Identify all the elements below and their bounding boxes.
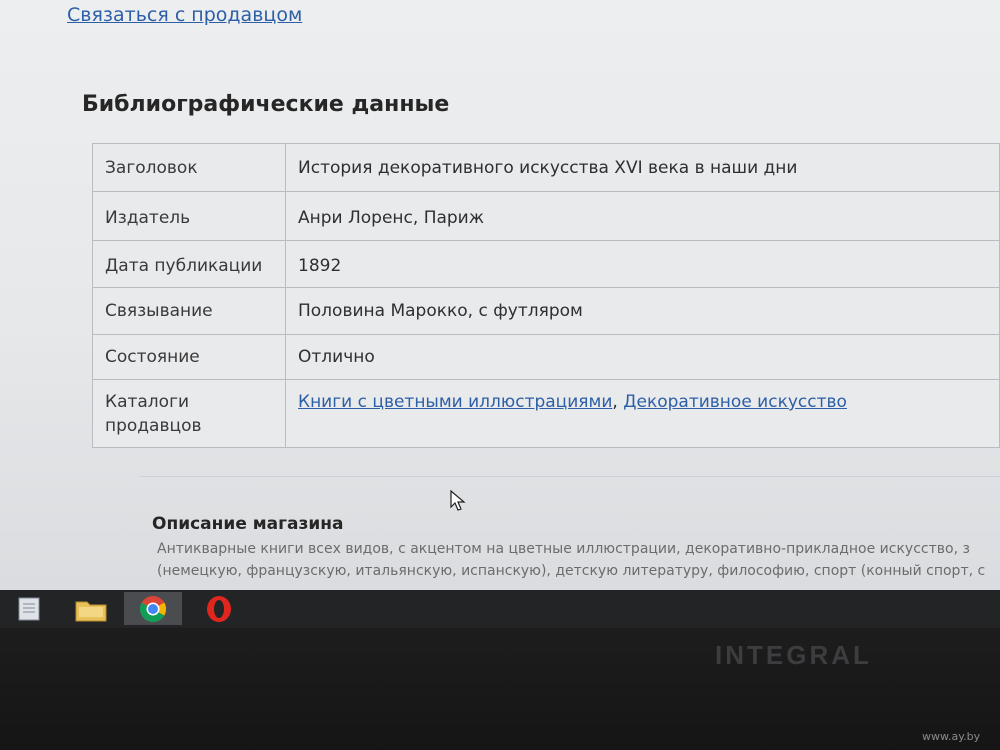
- catalog-separator: ,: [612, 392, 618, 412]
- row-label: Издатель: [92, 191, 286, 241]
- shop-description-line: Антикварные книги всех видов, с акцентом…: [157, 541, 970, 557]
- catalog-link-color-illustrations[interactable]: Книги с цветными иллюстрациями: [298, 392, 612, 412]
- monitor-brand-logo: INTEGRAL: [715, 640, 872, 670]
- section-title-bibliographic: Библиографические данные: [82, 92, 450, 117]
- catalog-link-decorative-arts[interactable]: Декоративное искусство: [623, 392, 847, 412]
- row-value: Половина Марокко, с футляром: [285, 287, 1000, 335]
- row-value: Отлично: [285, 334, 1000, 380]
- taskbar-notepad-button[interactable]: [0, 592, 58, 625]
- table-row: Состояние Отлично: [92, 334, 1000, 380]
- chrome-icon: [139, 595, 167, 622]
- row-label-catalogs: Каталоги продавцов: [92, 379, 286, 448]
- row-value: Анри Лоренс, Париж: [285, 191, 1000, 241]
- table-row: Дата публикации 1892: [92, 240, 1000, 288]
- shop-description-line: (немецкую, французскую, итальянскую, исп…: [157, 563, 986, 579]
- table-row: Связывание Половина Марокко, с футляром: [92, 287, 1000, 335]
- row-value: 1892: [285, 240, 1000, 288]
- bibliographic-table: Заголовок История декоративного искусств…: [92, 143, 1000, 448]
- row-label: Заголовок: [92, 143, 286, 192]
- taskbar-file-explorer-button[interactable]: [62, 592, 120, 625]
- shop-description-title: Описание магазина: [152, 514, 344, 534]
- table-row: Издатель Анри Лоренс, Париж: [92, 191, 1000, 241]
- catalogs-label-line2: продавцов: [105, 416, 202, 436]
- row-label: Связывание: [92, 287, 286, 335]
- section-divider: [140, 476, 1000, 477]
- notepad-icon: [18, 597, 40, 620]
- opera-icon: [207, 595, 231, 622]
- catalogs-label-line1: Каталоги: [105, 392, 190, 412]
- contact-seller-link[interactable]: Связаться с продавцом: [67, 4, 302, 26]
- taskbar-chrome-button[interactable]: [124, 592, 182, 625]
- row-value-catalogs: Книги с цветными иллюстрациями, Декорати…: [285, 379, 1000, 448]
- taskbar-opera-button[interactable]: [190, 592, 248, 625]
- watermark-text: www.ay.by: [922, 730, 981, 743]
- browser-viewport: Связаться с продавцом Библиографические …: [0, 0, 1000, 590]
- row-label: Состояние: [92, 334, 286, 380]
- windows-taskbar: [0, 590, 1000, 628]
- table-row: Заголовок История декоративного искусств…: [92, 143, 1000, 192]
- table-row-catalogs: Каталоги продавцов Книги с цветными иллю…: [92, 379, 1000, 448]
- row-label: Дата публикации: [92, 240, 286, 288]
- row-value: История декоративного искусства XVI века…: [285, 143, 1000, 192]
- shop-description-text: Антикварные книги всех видов, с акцентом…: [157, 538, 1000, 582]
- file-explorer-icon: [75, 601, 107, 621]
- mouse-cursor-icon: [450, 490, 466, 511]
